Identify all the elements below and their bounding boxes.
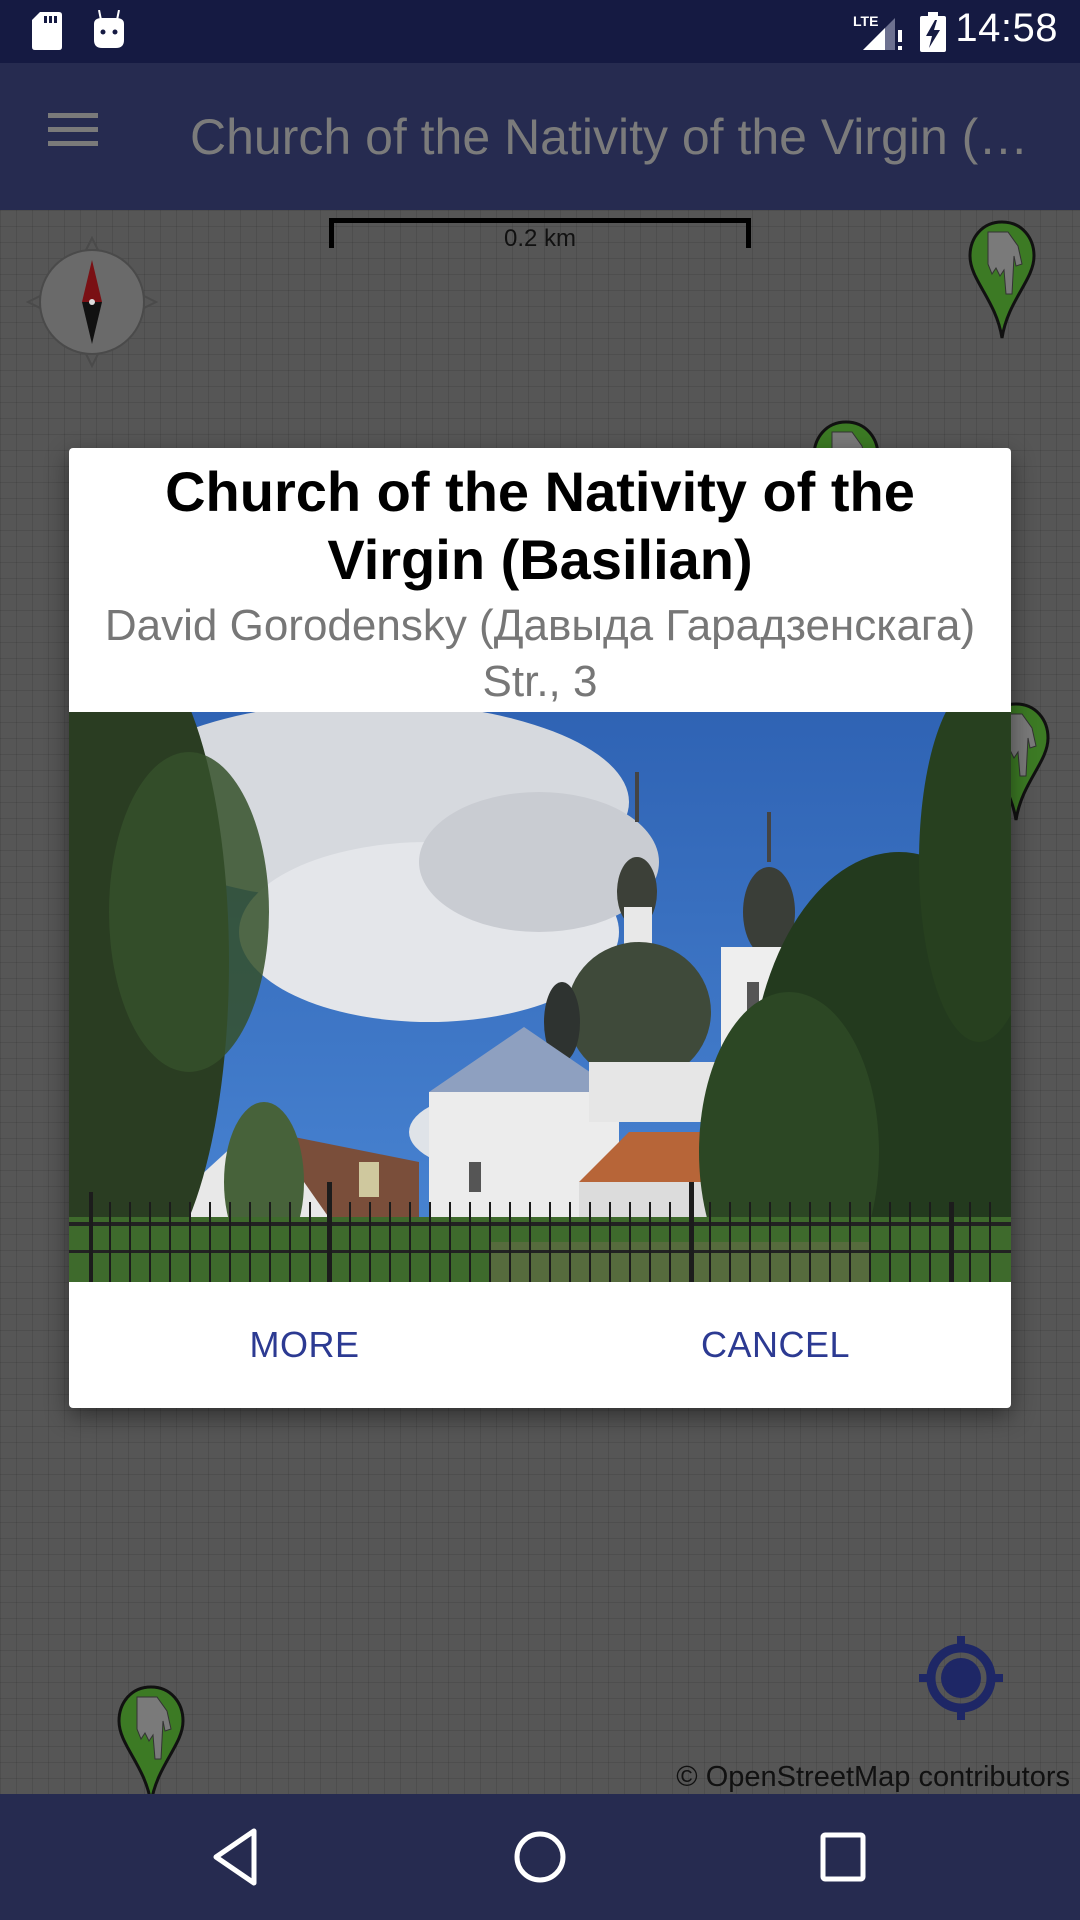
map-attribution: © OpenStreetMap contributors <box>676 1761 1070 1793</box>
lte-signal-icon: LTE <box>853 13 902 50</box>
status-bar: LTE 14:58 <box>0 0 1080 63</box>
dialog-title: Church of the Nativity of the Virgin (Ba… <box>165 460 915 591</box>
app-bar-title: Church of the Nativity of the Virgin (Ba… <box>190 109 1050 165</box>
status-time: 14:58 <box>955 6 1058 50</box>
scale-bar: 0.2 km <box>329 218 751 252</box>
app-bar: Church of the Nativity of the Virgin (Ba… <box>0 63 1080 210</box>
scale-label: 0.2 km <box>503 225 577 252</box>
dialog-address: David Gorodensky (Давыда Гарадзенскага) … <box>104 601 976 706</box>
cancel-button[interactable]: CANCEL <box>540 1282 1011 1408</box>
compass-icon[interactable] <box>26 236 158 368</box>
home-icon[interactable] <box>500 1817 580 1897</box>
hamburger-menu-icon[interactable] <box>38 113 110 161</box>
map-marker[interactable] <box>966 220 1038 340</box>
android-debug-icon <box>94 10 124 48</box>
sd-card-icon <box>32 12 62 50</box>
map-marker[interactable] <box>115 1685 187 1805</box>
nav-bar <box>0 1794 1080 1920</box>
back-icon[interactable] <box>196 1817 276 1897</box>
dialog-actions: MORE CANCEL <box>69 1282 1011 1408</box>
place-dialog: Church of the Nativity of the Virgin (Ba… <box>69 448 1011 1408</box>
place-photo <box>69 712 1011 1282</box>
svg-text:LTE: LTE <box>853 13 878 29</box>
recents-icon[interactable] <box>803 1817 883 1897</box>
screen: LTE 14:58 Church of the Nativity of the … <box>0 0 1080 1920</box>
more-button[interactable]: MORE <box>69 1282 540 1408</box>
my-location-icon[interactable] <box>915 1632 1007 1724</box>
battery-charging-icon <box>920 12 946 52</box>
